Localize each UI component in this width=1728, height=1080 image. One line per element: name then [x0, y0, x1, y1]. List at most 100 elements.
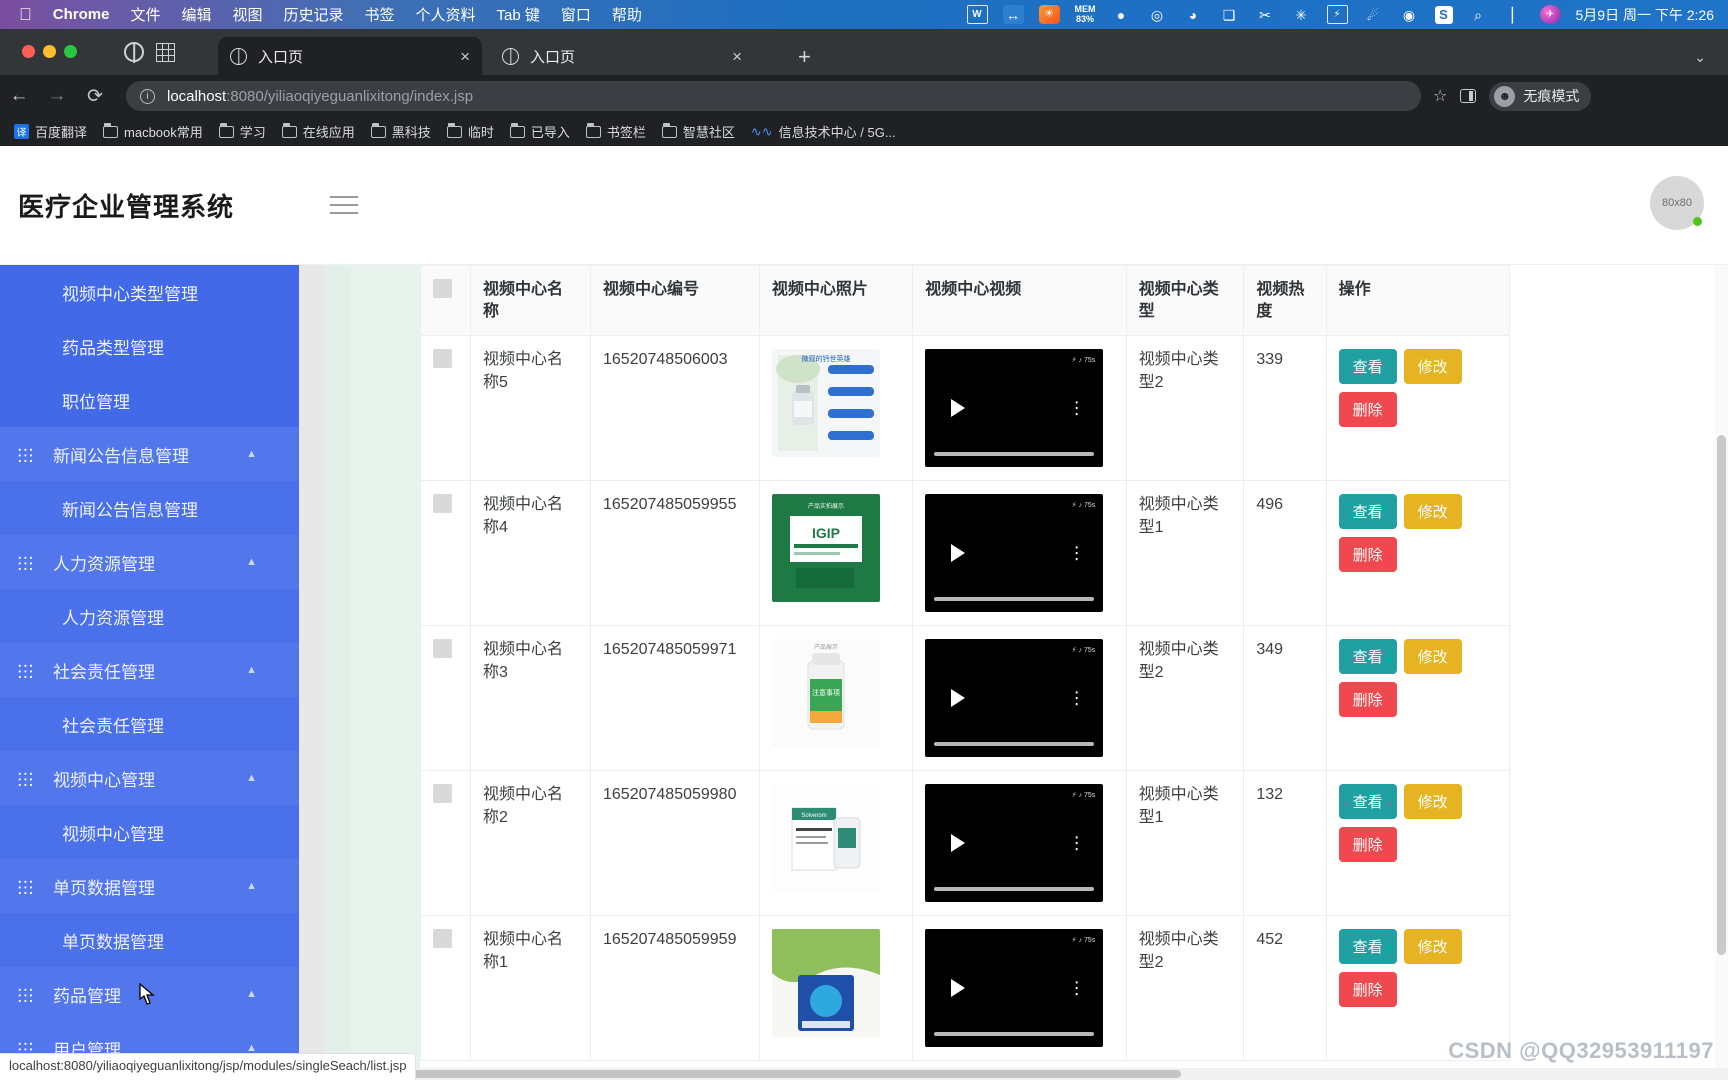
- play-icon[interactable]: [951, 399, 966, 418]
- video-progress-bar[interactable]: [934, 452, 1095, 457]
- video-player[interactable]: ⚡ ♪ 75s ⋮: [925, 494, 1104, 613]
- site-info-icon[interactable]: i: [140, 88, 155, 104]
- bluetooth-icon[interactable]: ✳: [1291, 5, 1312, 24]
- row-select-cell[interactable]: [420, 770, 471, 917]
- edit-button[interactable]: 修改: [1403, 494, 1462, 530]
- memory-monitor-icon[interactable]: MEM 83%: [1075, 4, 1096, 24]
- control-center-icon[interactable]: ◉: [1399, 5, 1420, 24]
- video-progress-bar[interactable]: [934, 742, 1095, 747]
- video-player[interactable]: ⚡ ♪ 75s ⋮: [925, 639, 1104, 758]
- menubar-item-profiles[interactable]: 个人资料: [416, 4, 476, 25]
- sidebar-group-news[interactable]: 新闻公告信息管理 ▲: [0, 427, 299, 481]
- video-progress-bar[interactable]: [934, 597, 1095, 602]
- bartender-icon[interactable]: ●: [1111, 5, 1132, 24]
- more-options-icon[interactable]: ⋮: [1068, 399, 1085, 417]
- vertical-scrollbar-thumb[interactable]: [1717, 435, 1726, 955]
- sidebar-group-hr[interactable]: 人力资源管理 ▲: [0, 535, 299, 589]
- bookmark-item-it-center[interactable]: ∿∿ 信息技术中心 / 5G...: [751, 122, 896, 141]
- row-select-cell[interactable]: [420, 625, 471, 772]
- window-traffic-lights[interactable]: [22, 45, 77, 58]
- delete-button[interactable]: 删除: [1338, 827, 1397, 863]
- menubar-item-bookmarks[interactable]: 书签: [365, 4, 395, 25]
- sidebar-item-video-type-mgmt[interactable]: 视频中心类型管理: [0, 265, 299, 319]
- address-bar[interactable]: i localhost:8080/yiliaoqiyeguanlixitong/…: [126, 81, 1421, 111]
- row-checkbox[interactable]: [433, 349, 452, 369]
- menubar-item-help[interactable]: 帮助: [612, 4, 642, 25]
- video-player[interactable]: ⚡ ♪ 75s ⋮: [925, 929, 1104, 1048]
- menubar-item-edit[interactable]: 编辑: [181, 4, 211, 25]
- avatar[interactable]: 80x80: [1650, 176, 1704, 230]
- edit-button[interactable]: 修改: [1403, 349, 1462, 385]
- product-photo[interactable]: 微观的钙世英雄: [771, 349, 880, 458]
- select-all-header[interactable]: [420, 265, 471, 337]
- menubar-app-name[interactable]: Chrome: [53, 6, 110, 23]
- view-button[interactable]: 查看: [1338, 784, 1397, 820]
- delete-button[interactable]: 删除: [1338, 392, 1397, 428]
- wps-icon[interactable]: W: [966, 5, 988, 24]
- bookmark-item-macbook[interactable]: macbook常用: [103, 122, 203, 141]
- view-button[interactable]: 查看: [1338, 349, 1397, 385]
- row-checkbox[interactable]: [433, 929, 452, 949]
- side-panel-icon[interactable]: [1460, 89, 1477, 103]
- scissors-icon[interactable]: ✂: [1255, 5, 1276, 24]
- product-photo[interactable]: [771, 929, 880, 1038]
- bluetooth-transfer-icon[interactable]: ↔: [1002, 5, 1024, 24]
- control-toggle-icon[interactable]: ⎜: [1504, 5, 1525, 24]
- sidebar-group-video-center[interactable]: 视频中心管理 ▲: [0, 751, 299, 805]
- minimize-window-button[interactable]: [43, 45, 56, 58]
- play-icon[interactable]: [951, 544, 966, 563]
- clock-widget-icon[interactable]: ◕: [1183, 5, 1204, 24]
- horizontal-scrollbar-track[interactable]: [299, 1068, 1728, 1080]
- product-photo[interactable]: 注意事项 产品展示: [771, 639, 880, 748]
- view-button[interactable]: 查看: [1338, 929, 1397, 965]
- sidebar-item-hr-mgmt[interactable]: 人力资源管理: [0, 589, 299, 643]
- menu-toggle-icon[interactable]: [330, 195, 359, 215]
- wifi-icon[interactable]: ☄: [1363, 5, 1384, 24]
- row-checkbox[interactable]: [433, 639, 452, 659]
- menubar-item-history[interactable]: 历史记录: [283, 4, 343, 25]
- menubar-clock[interactable]: 5月9日 周一 下午 2:26: [1576, 5, 1715, 25]
- bookmark-item-smart-community[interactable]: 智慧社区: [661, 122, 735, 141]
- power-icon[interactable]: ◎: [1147, 5, 1168, 24]
- tab-search-globe-icon[interactable]: [124, 42, 144, 62]
- edit-button[interactable]: 修改: [1403, 639, 1462, 675]
- forward-button[interactable]: →: [38, 85, 76, 107]
- delete-button[interactable]: 删除: [1338, 537, 1397, 573]
- close-tab-icon[interactable]: ×: [732, 48, 742, 65]
- siri-icon[interactable]: ✈: [1539, 5, 1561, 24]
- delete-button[interactable]: 删除: [1338, 682, 1397, 718]
- more-options-icon[interactable]: ⋮: [1068, 979, 1085, 997]
- play-icon[interactable]: [951, 979, 966, 998]
- tab-list-chevron-icon[interactable]: ⌄: [1694, 49, 1706, 66]
- row-checkbox[interactable]: [433, 784, 452, 804]
- sidebar-item-single-page-mgmt[interactable]: 单页数据管理: [0, 913, 299, 967]
- bookmark-item-study[interactable]: 学习: [218, 122, 266, 141]
- window-manager-icon[interactable]: ❑: [1219, 5, 1240, 24]
- apple-menu-icon[interactable]: : [19, 6, 32, 23]
- play-icon[interactable]: [951, 834, 966, 853]
- sidebar-item-video-center-mgmt[interactable]: 视频中心管理: [0, 805, 299, 859]
- menubar-item-window[interactable]: 窗口: [561, 4, 591, 25]
- row-select-cell[interactable]: [420, 335, 471, 482]
- row-select-cell[interactable]: [420, 915, 471, 1062]
- video-progress-bar[interactable]: [934, 1032, 1095, 1037]
- view-button[interactable]: 查看: [1338, 639, 1397, 675]
- sidebar-item-csr-mgmt[interactable]: 社会责任管理: [0, 697, 299, 751]
- bookmark-item-online-apps[interactable]: 在线应用: [281, 122, 355, 141]
- more-options-icon[interactable]: ⋮: [1068, 544, 1085, 562]
- sidebar-group-single-page[interactable]: 单页数据管理 ▲: [0, 859, 299, 913]
- battery-icon[interactable]: ⚡: [1326, 5, 1348, 24]
- menubar-item-file[interactable]: 文件: [130, 4, 160, 25]
- bookmark-item-temp[interactable]: 临时: [446, 122, 494, 141]
- view-button[interactable]: 查看: [1338, 494, 1397, 530]
- sidebar-item-drug-type-mgmt[interactable]: 药品类型管理: [0, 319, 299, 373]
- sidebar-item-news-mgmt[interactable]: 新闻公告信息管理: [0, 481, 299, 535]
- edit-button[interactable]: 修改: [1403, 784, 1462, 820]
- video-progress-bar[interactable]: [934, 887, 1095, 892]
- select-all-checkbox[interactable]: [433, 279, 452, 298]
- video-player[interactable]: ⚡ ♪ 75s ⋮: [925, 784, 1104, 903]
- menubar-item-view[interactable]: 视图: [232, 4, 262, 25]
- bookmark-item-bookmarkbar[interactable]: 书签栏: [585, 122, 646, 141]
- row-checkbox[interactable]: [433, 494, 452, 514]
- more-options-icon[interactable]: ⋮: [1068, 834, 1085, 852]
